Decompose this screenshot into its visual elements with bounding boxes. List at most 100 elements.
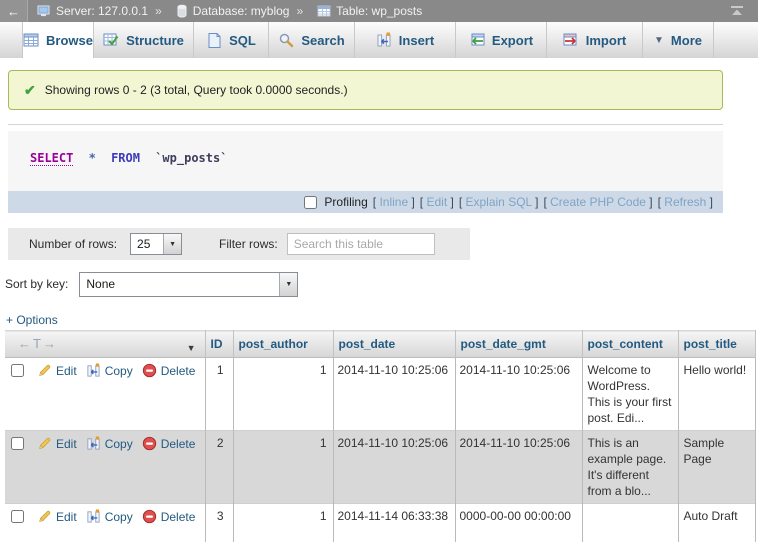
refresh-link[interactable]: Refresh	[664, 195, 706, 209]
column-header-id[interactable]: ID	[205, 331, 233, 358]
browse-icon	[23, 32, 39, 48]
number-of-rows-label: Number of rows:	[29, 237, 117, 251]
cell-post-author[interactable]: 1	[233, 431, 333, 504]
tab-sql[interactable]: SQL	[194, 22, 269, 58]
cell-post-date-gmt[interactable]: 2014-11-10 10:25:06	[455, 358, 582, 431]
delete-link[interactable]: Delete	[142, 363, 196, 378]
tab-label: SQL	[229, 33, 256, 48]
server-icon	[37, 5, 51, 18]
breadcrumb-database[interactable]: Database: myblog	[193, 4, 290, 18]
sql-table-ref: `wp_posts`	[155, 151, 227, 165]
cell-post-author[interactable]: 1	[233, 358, 333, 431]
profiling-label: Profiling	[324, 195, 367, 209]
delete-icon	[142, 509, 157, 524]
copy-icon	[86, 509, 101, 524]
back-arrow-icon: ←	[7, 4, 20, 19]
import-icon	[563, 32, 579, 48]
sort-by-key-select[interactable]: None ▼	[79, 272, 298, 297]
column-move-icon[interactable]: ←T→	[18, 336, 58, 351]
insert-icon	[376, 32, 392, 48]
edit-link[interactable]: Edit	[37, 436, 77, 451]
sort-desc-icon[interactable]: ▼	[187, 343, 196, 353]
edit-query-link[interactable]: Edit	[426, 195, 447, 209]
row-select-checkbox[interactable]	[11, 510, 24, 523]
tab-more[interactable]: ▼ More	[643, 22, 714, 58]
cell-id[interactable]: 1	[205, 358, 233, 431]
column-header-post-author[interactable]: post_author	[233, 331, 333, 358]
tab-label: More	[671, 33, 702, 48]
cell-post-date-gmt[interactable]: 2014-11-10 10:25:06	[455, 431, 582, 504]
sort-by-key-label: Sort by key:	[5, 277, 68, 291]
tab-label: Export	[492, 33, 533, 48]
explain-sql-link[interactable]: Explain SQL	[466, 195, 532, 209]
cell-post-author[interactable]: 1	[233, 504, 333, 542]
cell-post-title[interactable]: Sample Page	[678, 431, 755, 504]
cell-post-title[interactable]: Hello world!	[678, 358, 755, 431]
copy-icon	[86, 436, 101, 451]
sort-by-key-row: Sort by key: None ▼	[5, 271, 298, 297]
column-header-actions: ▼ ←T→	[5, 331, 205, 358]
sql-query-box: SELECT * FROM `wp_posts` Profiling Inlin…	[8, 131, 723, 213]
sql-keyword-select[interactable]: SELECT	[30, 151, 73, 166]
edit-icon	[37, 509, 52, 524]
collapse-icon[interactable]	[729, 5, 745, 18]
chevron-down-icon: ▼	[279, 273, 297, 296]
delete-link[interactable]: Delete	[142, 509, 196, 524]
delete-link[interactable]: Delete	[142, 436, 196, 451]
success-message-text: Showing rows 0 - 2 (3 total, Query took …	[45, 83, 348, 97]
query-toolbar: Profiling Inline Edit Explain SQL Create…	[8, 191, 723, 213]
row-select-checkbox[interactable]	[11, 437, 24, 450]
profiling-checkbox[interactable]	[304, 196, 317, 209]
inline-link[interactable]: Inline	[379, 195, 408, 209]
cell-post-date[interactable]: 2014-11-10 10:25:06	[333, 431, 455, 504]
tab-label: Browse	[46, 33, 93, 48]
edit-link[interactable]: Edit	[37, 509, 77, 524]
tab-structure[interactable]: Structure	[94, 22, 194, 58]
table-row: Edit Copy Dele	[5, 431, 755, 504]
cell-post-title[interactable]: Auto Draft	[678, 504, 755, 542]
row-select-checkbox[interactable]	[11, 364, 24, 377]
tab-import[interactable]: Import	[547, 22, 643, 58]
back-button[interactable]: ←	[0, 0, 28, 22]
breadcrumb-server[interactable]: Server: 127.0.0.1	[56, 4, 148, 18]
tab-browse[interactable]: Browse	[22, 22, 94, 58]
column-header-post-date[interactable]: post_date	[333, 331, 455, 358]
column-header-post-content[interactable]: post_content	[582, 331, 678, 358]
breadcrumb-bar: ← Server: 127.0.0.1 » Database: myblog »…	[0, 0, 758, 22]
filter-rows-input[interactable]	[287, 233, 435, 255]
column-header-post-title[interactable]: post_title	[678, 331, 755, 358]
cell-id[interactable]: 3	[205, 504, 233, 542]
column-header-post-date-gmt[interactable]: post_date_gmt	[455, 331, 582, 358]
results-controls-bar: Number of rows: 25 ▼ Filter rows:	[8, 228, 470, 260]
cell-id[interactable]: 2	[205, 431, 233, 504]
table-row: Edit Copy Dele	[5, 358, 755, 431]
rows-per-page-select[interactable]: 25 ▼	[130, 233, 182, 255]
cell-post-content[interactable]: This is an example page. It's different …	[582, 431, 678, 504]
cell-post-date[interactable]: 2014-11-10 10:25:06	[333, 358, 455, 431]
copy-link[interactable]: Copy	[86, 509, 133, 524]
export-icon	[469, 32, 485, 48]
edit-link[interactable]: Edit	[37, 363, 77, 378]
chevron-down-icon: ▼	[654, 35, 664, 46]
delete-icon	[142, 436, 157, 451]
cell-post-content[interactable]	[582, 504, 678, 542]
breadcrumb-table[interactable]: Table: wp_posts	[336, 4, 422, 18]
filter-rows-label: Filter rows:	[219, 237, 278, 251]
copy-link[interactable]: Copy	[86, 363, 133, 378]
section-divider	[8, 124, 723, 125]
options-toggle[interactable]: + Options	[6, 313, 58, 327]
copy-link[interactable]: Copy	[86, 436, 133, 451]
tab-label: Import	[586, 33, 626, 48]
tab-label: Insert	[399, 33, 434, 48]
tab-export[interactable]: Export	[456, 22, 547, 58]
cell-post-content[interactable]: Welcome to WordPress. This is your first…	[582, 358, 678, 431]
search-icon	[278, 32, 294, 48]
tab-insert[interactable]: Insert	[355, 22, 456, 58]
rows-per-page-value: 25	[131, 234, 163, 254]
tab-search[interactable]: Search	[269, 22, 355, 58]
cell-post-date[interactable]: 2014-11-14 06:33:38	[333, 504, 455, 542]
sql-icon	[206, 32, 222, 48]
table-row: Edit Copy Dele	[5, 504, 755, 542]
cell-post-date-gmt[interactable]: 0000-00-00 00:00:00	[455, 504, 582, 542]
create-php-code-link[interactable]: Create PHP Code	[550, 195, 646, 209]
